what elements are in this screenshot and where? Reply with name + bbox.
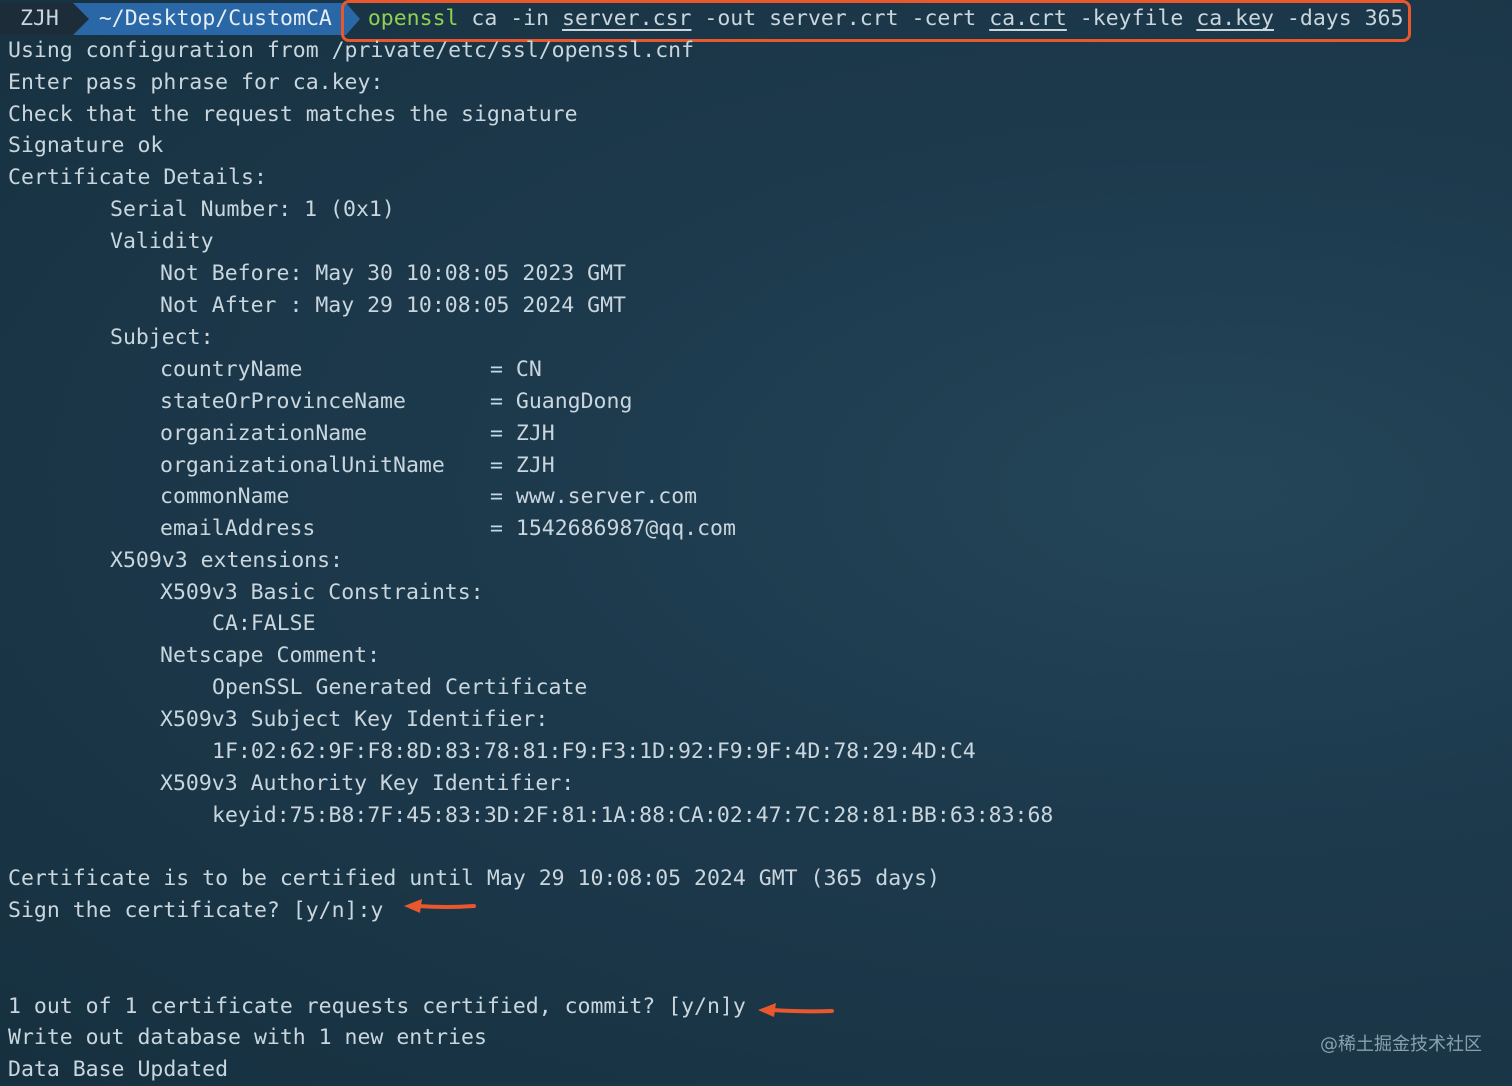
output-line: Validity — [110, 229, 214, 254]
left-arrow-icon — [404, 899, 476, 913]
subject-field-value: = GuangDong — [490, 389, 633, 414]
output-line: CA:FALSE — [212, 611, 316, 636]
subject-field-key: emailAddress — [160, 516, 316, 541]
subject-field-value: = ZJH — [490, 421, 555, 446]
left-arrow-icon — [758, 1003, 834, 1017]
watermark: @稀土掘金技术社区 — [1320, 1034, 1482, 1055]
output-line: X509v3 extensions: — [110, 548, 343, 573]
output-line: X509v3 Subject Key Identifier: — [160, 707, 549, 732]
subject-field-value: = www.server.com — [490, 484, 698, 509]
subject-field: commonName = www.server.com — [160, 481, 697, 513]
subject-field: emailAddress = 1542686987@qq.com — [160, 513, 736, 545]
prompt-user-segment: ZJH — [0, 3, 89, 35]
subject-field-key: organizationName — [160, 421, 368, 446]
subject-field-key: stateOrProvinceName — [160, 389, 406, 414]
terminal-window[interactable]: ZJH ~/Desktop/CustomCA openssl ca -in se… — [0, 0, 1512, 1083]
subject-field: stateOrProvinceName = GuangDong — [160, 386, 632, 418]
output-line: Check that the request matches the signa… — [8, 102, 578, 127]
sign-prompt-line: Sign the certificate? [y/n]:y — [8, 898, 384, 923]
output-line: Netscape Comment: — [160, 643, 381, 668]
subject-field-key: commonName — [160, 484, 290, 509]
output-line: Using configuration from /private/etc/ss… — [8, 38, 695, 63]
output-line: Not Before: May 30 10:08:05 2023 GMT — [160, 261, 626, 286]
output-line: Data Base Updated — [8, 1057, 229, 1082]
output-line: keyid:75:B8:7F:45:83:3D:2F:81:1A:88:CA:0… — [212, 803, 1054, 828]
subject-field-value: = 1542686987@qq.com — [490, 516, 736, 541]
subject-field-key: countryName — [160, 357, 303, 382]
output-line: Not After : May 29 10:08:05 2024 GMT — [160, 293, 626, 318]
output-line: Certificate is to be certified until May… — [8, 866, 940, 891]
output-line: Subject: — [110, 325, 214, 350]
output-line: OpenSSL Generated Certificate — [212, 675, 588, 700]
output-line: Certificate Details: — [8, 165, 267, 190]
output-line: Serial Number: 1 (0x1) — [110, 197, 395, 222]
output-line: Signature ok — [8, 133, 164, 158]
output-line: X509v3 Basic Constraints: — [160, 580, 484, 605]
prompt-directory-segment: ~/Desktop/CustomCA — [72, 3, 360, 35]
subject-field-value: = ZJH — [490, 453, 555, 478]
output-line: X509v3 Authority Key Identifier: — [160, 771, 575, 796]
output-line: 1F:02:62:9F:F8:8D:83:78:81:F9:F3:1D:92:F… — [212, 739, 976, 764]
subject-field-key: organizationalUnitName — [160, 453, 445, 478]
subject-field: organizationalUnitName = ZJH — [160, 450, 555, 482]
subject-field: countryName = CN — [160, 354, 542, 386]
commit-prompt-line: 1 out of 1 certificate requests certifie… — [8, 994, 746, 1019]
output-line: Write out database with 1 new entries — [8, 1025, 487, 1050]
output-line: Enter pass phrase for ca.key: — [8, 70, 384, 95]
subject-field-value: = CN — [490, 357, 542, 382]
subject-field: organizationName = ZJH — [160, 418, 555, 450]
